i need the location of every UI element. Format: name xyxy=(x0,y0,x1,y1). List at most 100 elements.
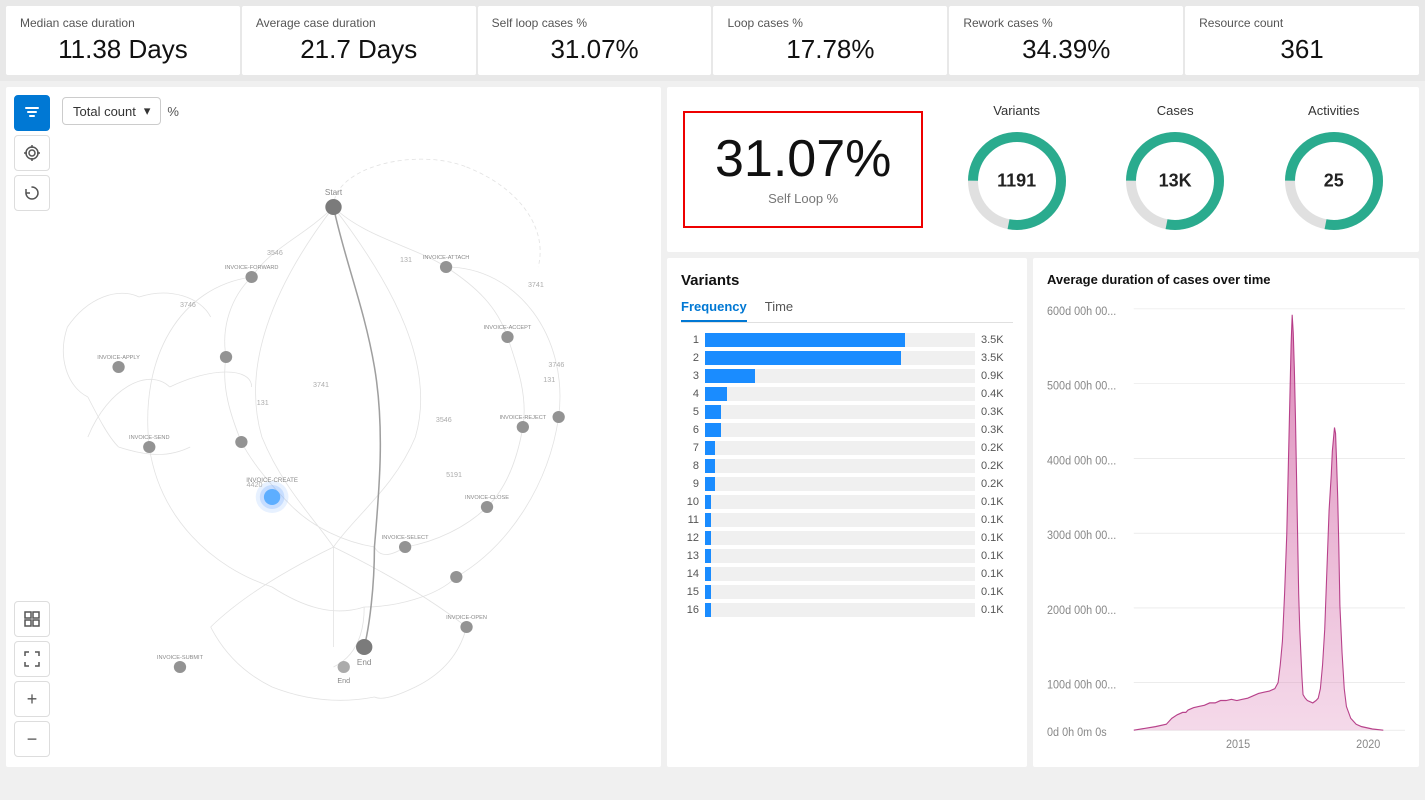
plus-icon: + xyxy=(27,689,38,710)
donut-value: 25 xyxy=(1324,171,1344,192)
circle-item: Cases 13K xyxy=(1120,103,1230,236)
bar-number: 11 xyxy=(681,514,699,526)
svg-text:INVOICE-SEND: INVOICE-SEND xyxy=(129,435,170,441)
bar-outer xyxy=(705,585,975,599)
bar-value: 3.5K xyxy=(981,334,1013,346)
bar-inner xyxy=(705,531,711,545)
svg-text:3546: 3546 xyxy=(267,249,283,257)
grid-button[interactable] xyxy=(14,601,50,637)
bar-row: 3 0.9K xyxy=(681,369,1013,383)
self-loop-percentage: 31.07% xyxy=(715,133,891,185)
bars-container: 1 3.5K 2 3.5K 3 0.9K 4 0.4K 5 xyxy=(681,333,1013,617)
stats-panel: 31.07% Self Loop % Variants 1191 Cases xyxy=(667,87,1419,252)
filter-button[interactable] xyxy=(14,95,50,131)
bar-number: 16 xyxy=(681,604,699,616)
variants-tabs: Frequency Time xyxy=(681,299,1013,323)
self-loop-box: 31.07% Self Loop % xyxy=(683,111,923,228)
bar-inner xyxy=(705,477,715,491)
bar-inner xyxy=(705,459,715,473)
svg-text:3741: 3741 xyxy=(528,281,544,289)
bar-outer xyxy=(705,477,975,491)
svg-text:End: End xyxy=(337,677,350,685)
kpi-label: Self loop cases % xyxy=(492,16,698,30)
bar-inner xyxy=(705,549,711,563)
bar-value: 0.1K xyxy=(981,532,1013,544)
donut-value: 13K xyxy=(1159,171,1192,192)
bar-number: 14 xyxy=(681,568,699,580)
kpi-card: Median case duration 11.38 Days xyxy=(6,6,240,75)
kpi-card: Loop cases % 17.78% xyxy=(713,6,947,75)
svg-text:INVOICE-SELECT: INVOICE-SELECT xyxy=(382,535,429,541)
left-toolbar xyxy=(14,95,50,211)
kpi-row: Median case duration 11.38 Days Average … xyxy=(0,0,1425,81)
svg-text:INVOICE-FORWARD: INVOICE-FORWARD xyxy=(225,265,279,271)
metric-dropdown[interactable]: Total count ▾ xyxy=(62,97,161,125)
svg-text:5191: 5191 xyxy=(446,471,462,479)
bar-outer xyxy=(705,459,975,473)
bottom-right: Variants Frequency Time 1 3.5K 2 3.5K 3 xyxy=(667,258,1419,767)
svg-text:INVOICE-ATTACH: INVOICE-ATTACH xyxy=(423,255,470,261)
svg-text:INVOICE-APPLY: INVOICE-APPLY xyxy=(97,355,140,361)
target-icon-button[interactable] xyxy=(14,135,50,171)
main-area: Total count ▾ % xyxy=(0,81,1425,773)
minus-icon: − xyxy=(27,729,38,750)
bar-value: 0.1K xyxy=(981,568,1013,580)
bar-number: 3 xyxy=(681,370,699,382)
bar-number: 1 xyxy=(681,334,699,346)
donut-ring: 25 xyxy=(1279,126,1389,236)
bar-outer xyxy=(705,441,975,455)
bar-value: 0.2K xyxy=(981,478,1013,490)
bar-outer xyxy=(705,405,975,419)
zoom-out-button[interactable]: − xyxy=(14,721,50,757)
process-map: Start End INVOICE-CREATE INVOICE-ATTACH … xyxy=(6,87,661,767)
bar-number: 10 xyxy=(681,496,699,508)
kpi-label: Average case duration xyxy=(256,16,462,30)
bar-row: 14 0.1K xyxy=(681,567,1013,581)
variants-panel: Variants Frequency Time 1 3.5K 2 3.5K 3 xyxy=(667,258,1027,767)
dropdown-bar: Total count ▾ % xyxy=(62,97,179,125)
circles-area: Variants 1191 Cases 13K Activities xyxy=(947,103,1403,236)
bar-inner xyxy=(705,441,715,455)
bar-row: 4 0.4K xyxy=(681,387,1013,401)
bar-value: 0.2K xyxy=(981,442,1013,454)
tab-time[interactable]: Time xyxy=(765,299,793,322)
tab-frequency[interactable]: Frequency xyxy=(681,299,747,322)
self-loop-label: Self Loop % xyxy=(768,191,838,206)
bar-outer xyxy=(705,603,975,617)
bottom-toolbar: + − xyxy=(14,601,50,757)
kpi-value: 361 xyxy=(1199,34,1405,65)
bar-inner xyxy=(705,351,901,365)
bar-row: 9 0.2K xyxy=(681,477,1013,491)
svg-text:End: End xyxy=(357,658,372,667)
bar-inner xyxy=(705,567,711,581)
bar-outer xyxy=(705,333,975,347)
bar-inner xyxy=(705,513,711,527)
chart-panel: Average duration of cases over time 600d… xyxy=(1033,258,1419,767)
refresh-button[interactable] xyxy=(14,175,50,211)
svg-text:3741: 3741 xyxy=(313,381,329,389)
bar-outer xyxy=(705,513,975,527)
svg-text:2015: 2015 xyxy=(1226,739,1250,748)
bar-outer xyxy=(705,369,975,383)
zoom-in-button[interactable]: + xyxy=(14,681,50,717)
variants-title: Variants xyxy=(681,272,1013,289)
bar-inner xyxy=(705,495,711,509)
bar-row: 7 0.2K xyxy=(681,441,1013,455)
bar-number: 13 xyxy=(681,550,699,562)
bar-number: 8 xyxy=(681,460,699,472)
bar-number: 4 xyxy=(681,388,699,400)
bar-value: 0.1K xyxy=(981,550,1013,562)
bar-inner xyxy=(705,405,721,419)
kpi-value: 17.78% xyxy=(727,34,933,65)
bar-row: 6 0.3K xyxy=(681,423,1013,437)
svg-text:2020: 2020 xyxy=(1356,739,1380,748)
bar-inner xyxy=(705,423,721,437)
circle-item: Variants 1191 xyxy=(962,103,1072,236)
bar-value: 0.1K xyxy=(981,586,1013,598)
expand-button[interactable] xyxy=(14,641,50,677)
svg-text:Start: Start xyxy=(325,188,343,197)
bar-row: 2 3.5K xyxy=(681,351,1013,365)
svg-text:INVOICE-OPEN: INVOICE-OPEN xyxy=(446,615,487,621)
dropdown-label: Total count xyxy=(73,104,136,119)
svg-text:200d 00h 00...: 200d 00h 00... xyxy=(1047,604,1116,617)
